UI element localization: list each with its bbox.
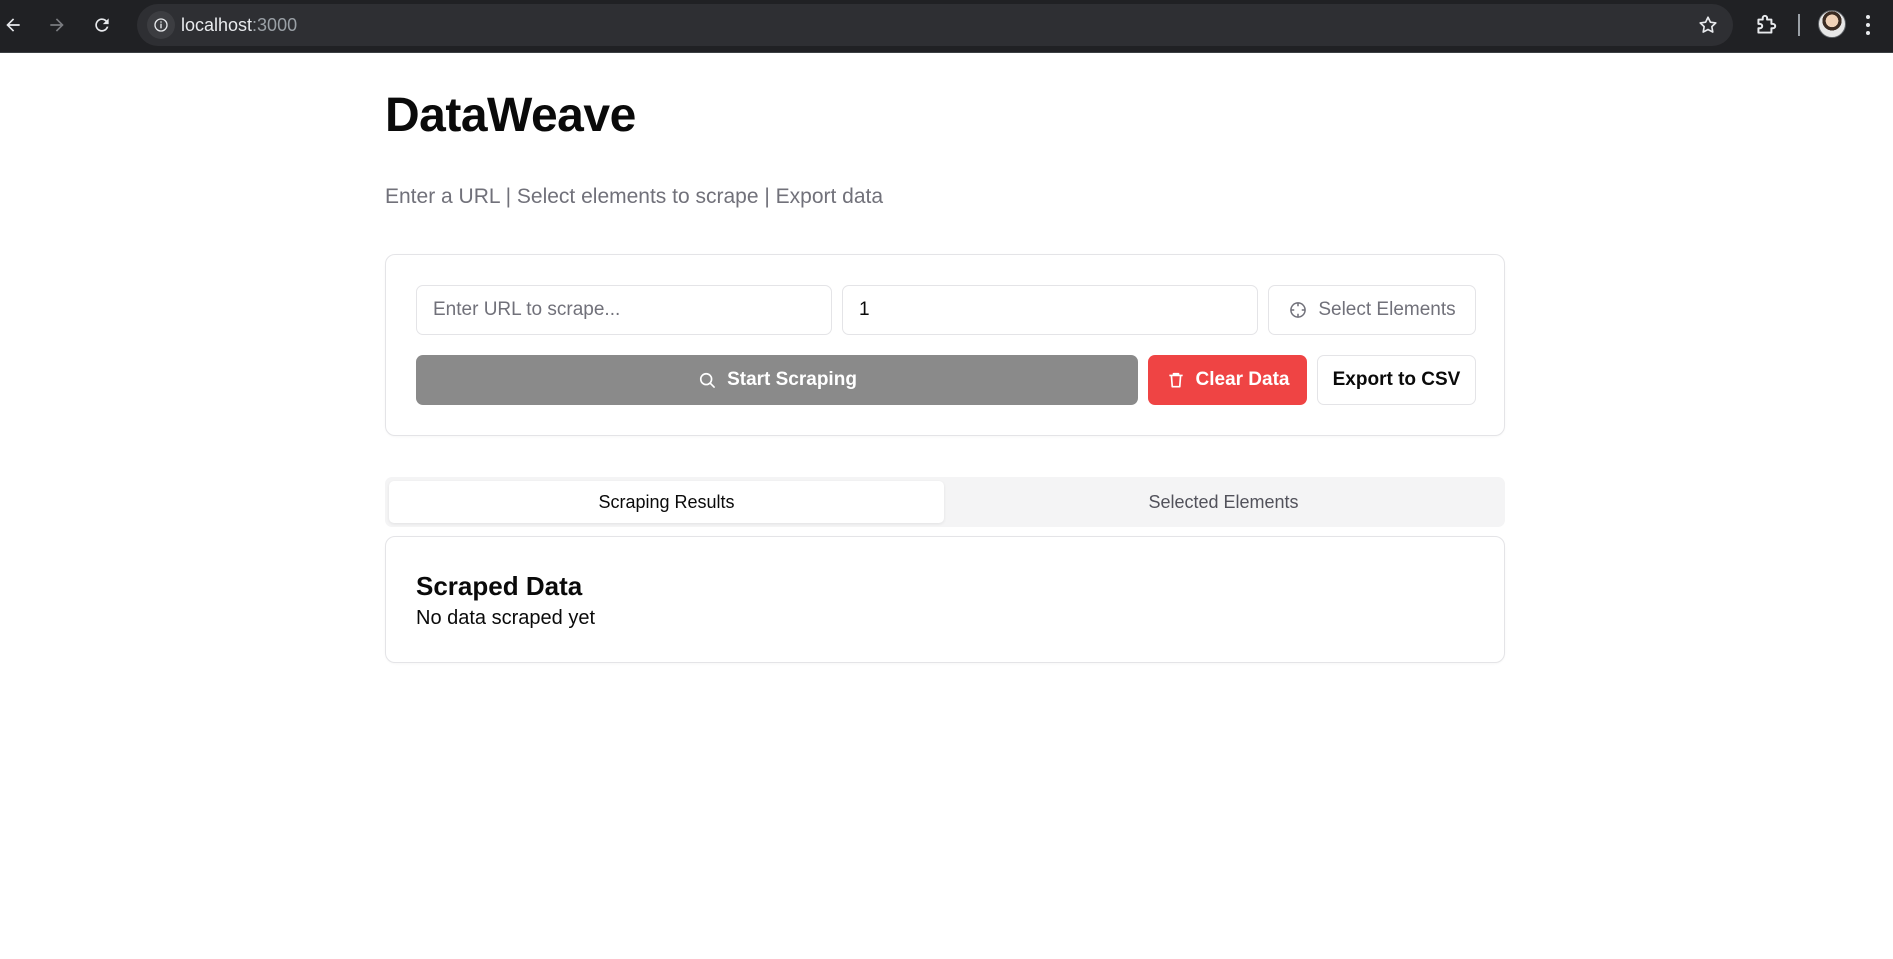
browser-menu-icon[interactable]: [1862, 12, 1874, 38]
tab-scraping-results[interactable]: Scraping Results: [389, 481, 944, 523]
back-icon[interactable]: [0, 10, 28, 40]
results-tabs: Scraping Results Selected Elements: [385, 477, 1505, 527]
site-info-icon[interactable]: [147, 11, 175, 39]
profile-avatar[interactable]: [1818, 10, 1846, 38]
export-csv-button[interactable]: Export to CSV: [1317, 355, 1476, 405]
forward-icon[interactable]: [42, 10, 72, 40]
address-text: localhost:3000: [181, 4, 297, 46]
page-title: DataWeave: [385, 89, 636, 142]
search-icon: [699, 372, 715, 388]
scrape-controls-card: Select Elements Start Scraping Clear Dat…: [385, 254, 1505, 436]
address-bar[interactable]: localhost:3000: [137, 4, 1733, 46]
start-scraping-label: Start Scraping: [727, 369, 857, 390]
scraped-data-heading: Scraped Data: [416, 571, 583, 601]
select-elements-button[interactable]: Select Elements: [1268, 285, 1476, 335]
scraped-data-card: Scraped Data No data scraped yet: [385, 536, 1505, 663]
extensions-icon[interactable]: [1753, 12, 1779, 38]
page-subtitle: Enter a URL | Select elements to scrape …: [385, 185, 884, 208]
clear-data-button[interactable]: Clear Data: [1148, 355, 1307, 405]
crosshair-icon: [1290, 302, 1307, 318]
browser-toolbar: localhost:3000: [0, 0, 1893, 53]
bookmark-star-icon[interactable]: [1697, 14, 1719, 36]
toolbar-divider: [1798, 14, 1800, 36]
empty-state-message: No data scraped yet: [416, 607, 595, 629]
start-scraping-button[interactable]: Start Scraping: [416, 355, 1138, 405]
tab-selected-elements[interactable]: Selected Elements: [946, 481, 1501, 523]
reload-icon[interactable]: [87, 10, 117, 40]
trash-icon: [1168, 372, 1183, 388]
url-port: :3000: [252, 15, 298, 35]
export-csv-label: Export to CSV: [1332, 369, 1461, 390]
url-input[interactable]: [416, 285, 832, 335]
url-host: localhost: [181, 15, 253, 35]
select-elements-label: Select Elements: [1318, 299, 1456, 320]
clear-data-label: Clear Data: [1195, 369, 1290, 390]
pages-input[interactable]: [842, 285, 1258, 335]
